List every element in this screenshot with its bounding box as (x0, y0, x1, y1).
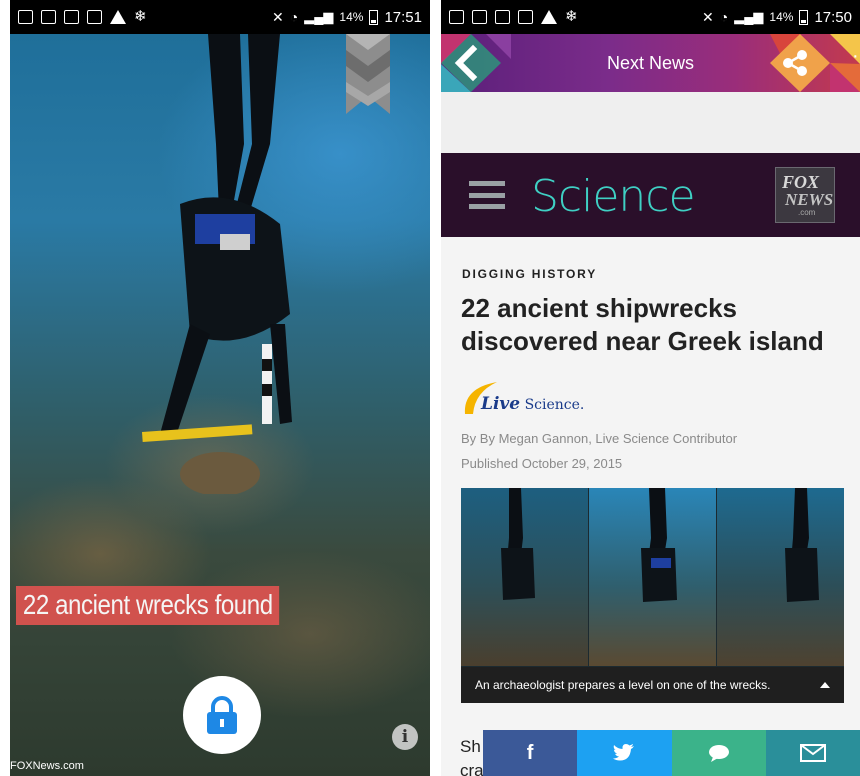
article-image-divers (501, 488, 819, 602)
unlock-button[interactable] (183, 676, 261, 754)
warning-icon (541, 10, 557, 24)
battery-icon (369, 9, 379, 25)
article-date: Published October 29, 2015 (461, 456, 623, 471)
twitter-share-button[interactable] (577, 730, 672, 776)
notification-icons: ❄ (449, 8, 578, 25)
photo-watermark: FOXNews.com (10, 760, 84, 772)
lock-icon (207, 696, 237, 734)
live-science-logo[interactable]: Live Science. (461, 378, 584, 418)
live-science-wordmark: Live Science. (481, 394, 584, 418)
article-byline: By By Megan Gannon, Live Science Contrib… (461, 431, 738, 446)
wifi-icon: ◔ (289, 9, 299, 25)
lock-screen: ❄ ✕ ◔ ▂▄▆ 14% 17:51 22 ancient wrecks fo… (10, 0, 430, 776)
battery-percent: 14% (769, 10, 794, 24)
live-science-wordmark-rest: Science. (524, 397, 585, 413)
lockscreen-headline[interactable]: 22 ancient wrecks found (16, 586, 280, 625)
gallery-notification-icon (472, 10, 487, 24)
battery-icon (799, 9, 809, 25)
battery-percent: 14% (339, 10, 364, 24)
header-spacer (441, 92, 860, 153)
calendar-notification-icon (64, 10, 79, 24)
article-screen: ❄ ✕ ◔ ▂▄▆ 14% 17:50 Next News · Science … (441, 0, 860, 776)
status-bar: ❄ ✕ ◔ ▂▄▆ 14% 17:50 (441, 0, 860, 34)
diver-figure (142, 34, 292, 494)
fox-news-logo[interactable]: FOX NEWS .com (775, 167, 835, 223)
facebook-icon: f (526, 741, 534, 764)
app-header: Next News · (441, 34, 860, 92)
email-share-button[interactable] (765, 730, 860, 776)
live-science-wordmark-big: Live (481, 394, 521, 414)
image-caption[interactable]: An archaeologist prepares a level on one… (461, 667, 844, 703)
date-notification-icon (87, 10, 102, 24)
caption-expand-icon[interactable] (820, 682, 830, 688)
bookmark-ribbon-icon[interactable] (346, 34, 390, 114)
image-notification-icon (18, 10, 33, 24)
snowflake-icon: ❄ (565, 8, 578, 25)
wifi-icon: ◔ (719, 9, 729, 25)
section-bar: Science FOX NEWS .com (441, 153, 860, 237)
status-bar: ❄ ✕ ◔ ▂▄▆ 14% 17:51 (10, 0, 430, 34)
article-body-line: Sh (460, 737, 481, 756)
signal-icon: ▂▄▆ (734, 9, 764, 24)
article-image[interactable]: An archaeologist prepares a level on one… (461, 488, 844, 703)
article-kicker: DIGGING HISTORY (462, 267, 598, 281)
comment-icon (708, 745, 729, 762)
section-title: Science (531, 171, 696, 222)
warning-icon (110, 10, 126, 24)
share-icon[interactable] (780, 48, 810, 78)
article-body: Sh cra (460, 735, 484, 776)
comment-share-button[interactable] (671, 730, 766, 776)
signal-icon: ▂▄▆ (304, 9, 334, 24)
snowflake-icon: ❄ (134, 8, 147, 25)
article-headline: 22 ancient shipwrecks discovered near Gr… (461, 293, 824, 356)
twitter-icon (613, 744, 635, 761)
fox-logo-line2: NEWS (785, 190, 834, 209)
article-body-line: cra (460, 761, 484, 776)
fox-logo-line3: .com (798, 208, 816, 217)
clock: 17:50 (814, 8, 852, 26)
screenshot-comparison: ❄ ✕ ◔ ▂▄▆ 14% 17:51 22 ancient wrecks fo… (0, 0, 860, 776)
facebook-share-button[interactable]: f (483, 730, 578, 776)
image-notification-icon (449, 10, 464, 24)
calendar-notification-icon (495, 10, 510, 24)
date-notification-icon (518, 10, 533, 24)
info-icon[interactable]: i (392, 724, 418, 750)
more-vertical-icon[interactable]: · (852, 46, 860, 74)
share-bar: f (483, 730, 860, 776)
email-icon (799, 744, 826, 762)
hamburger-menu-icon[interactable] (469, 181, 505, 209)
mute-icon: ✕ (272, 8, 284, 25)
mute-icon: ✕ (702, 8, 714, 25)
image-caption-text: An archaeologist prepares a level on one… (475, 678, 771, 692)
notification-icons: ❄ (18, 8, 147, 25)
gallery-notification-icon (41, 10, 56, 24)
clock: 17:51 (384, 8, 422, 26)
